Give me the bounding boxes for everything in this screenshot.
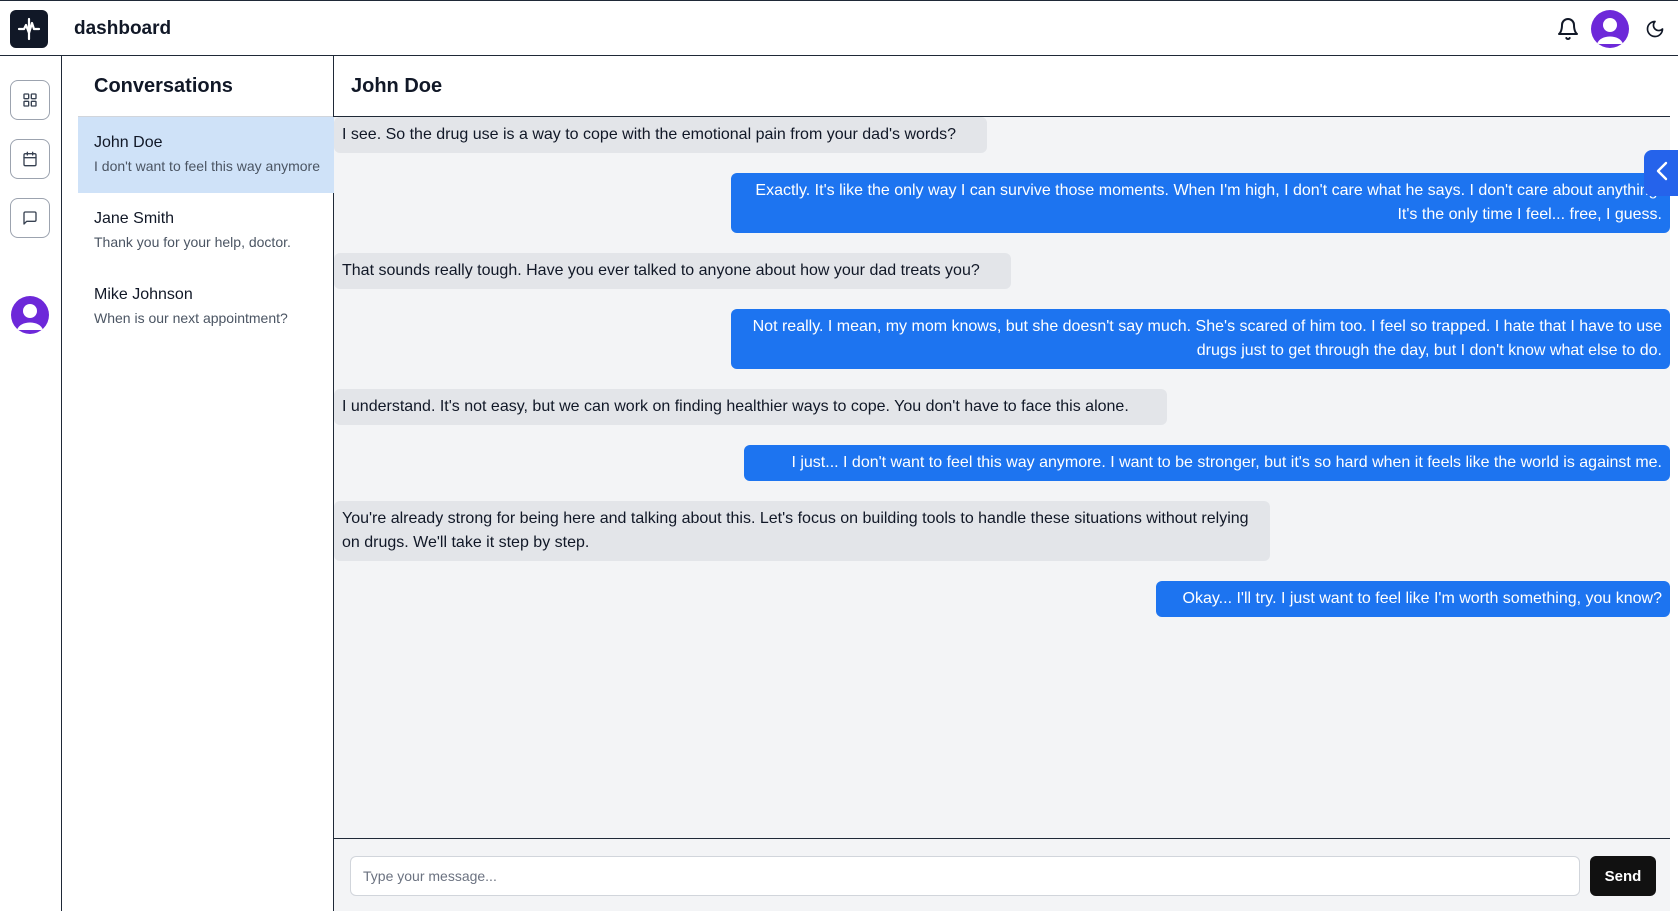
message-outgoing: Exactly. It's like the only way I can su… [731,173,1670,233]
collapse-panel-button[interactable] [1644,150,1678,196]
conversation-preview: Thank you for your help, doctor. [94,234,291,250]
conversation-item-jane-smith[interactable]: Jane Smith Thank you for your help, doct… [78,193,334,269]
message-incoming: You're already strong for being here and… [334,501,1270,561]
message-incoming: I see. So the drug use is a way to cope … [334,117,987,153]
message-incoming: I understand. It's not easy, but we can … [334,389,1167,425]
send-button[interactable]: Send [1590,856,1656,896]
conversation-name: John Doe [94,134,163,151]
message-list[interactable]: I see. So the drug use is a way to cope … [334,117,1670,838]
conversation-name: Mike Johnson [94,286,193,303]
calendar-icon[interactable] [10,139,50,179]
bottom-edge [0,911,1678,917]
conversation-name: Jane Smith [94,210,175,227]
nav-rail [0,56,62,917]
bell-icon[interactable] [1554,15,1582,43]
message-icon[interactable] [10,198,50,238]
conversations-title: Conversations [94,75,233,97]
app-title: dashboard [74,18,172,39]
chat-header: John Doe [334,56,1670,117]
conversations-panel: Conversations John Doe I don't want to f… [62,56,334,917]
message-outgoing: I just... I don't want to feel this way … [744,445,1670,481]
medical-logo-icon[interactable] [10,10,48,48]
moon-icon[interactable] [1643,17,1667,41]
user-avatar-icon[interactable] [1591,10,1629,48]
message-input[interactable] [350,856,1580,896]
conversation-preview: I don't want to feel this way anymore [94,158,321,174]
conversation-item-mike-johnson[interactable]: Mike Johnson When is our next appointmen… [78,269,334,345]
conversation-item-john-doe[interactable]: John Doe I don't want to feel this way a… [78,117,334,193]
app: dashboard Conversations John Doe I don't… [0,0,1678,917]
message-composer: Send [334,838,1670,917]
message-outgoing: Okay... I'll try. I just want to feel li… [1156,581,1670,617]
chat-contact-name: John Doe [351,75,443,97]
message-incoming: That sounds really tough. Have you ever … [334,253,1011,289]
top-header: dashboard [0,0,1678,56]
profile-avatar-icon[interactable] [11,296,49,334]
chevron-left-icon [1654,161,1670,186]
conversation-preview: When is our next appointment? [94,310,288,326]
grid-icon[interactable] [10,80,50,120]
message-outgoing: Not really. I mean, my mom knows, but sh… [731,309,1670,369]
